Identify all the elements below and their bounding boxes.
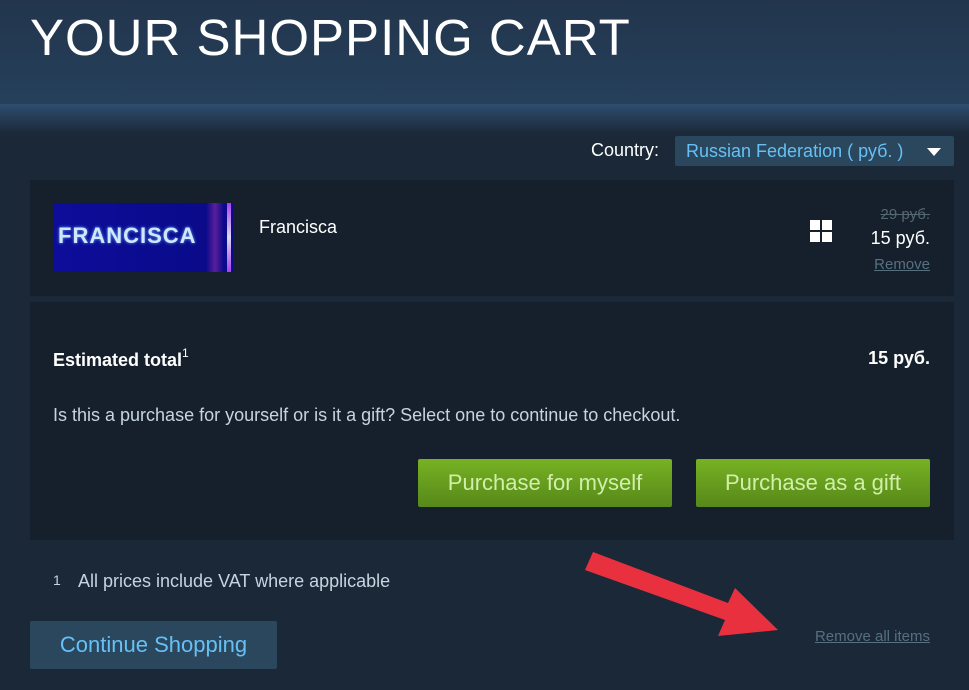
remove-all-items-link[interactable]: Remove all items bbox=[815, 628, 930, 645]
windows-icon bbox=[810, 220, 832, 242]
remove-item-link[interactable]: Remove bbox=[874, 256, 930, 273]
capsule-logo-text: FRANCISCA bbox=[58, 223, 197, 248]
continue-shopping-button[interactable]: Continue Shopping bbox=[30, 621, 277, 669]
country-select[interactable]: Russian Federation ( руб. ) bbox=[675, 136, 954, 166]
checkout-panel: Estimated total1 15 руб. Is this a purch… bbox=[30, 302, 954, 540]
estimated-total-text: Estimated total bbox=[53, 350, 183, 370]
estimated-total-label: Estimated total1 bbox=[53, 346, 189, 371]
final-price: 15 руб. bbox=[870, 228, 930, 248]
country-label: Country: bbox=[591, 140, 660, 160]
footnote-marker: 1 bbox=[182, 346, 189, 360]
purchase-for-myself-button[interactable]: Purchase for myself bbox=[418, 459, 672, 507]
game-capsule-image[interactable]: FRANCISCA bbox=[53, 203, 233, 272]
item-name[interactable]: Francisca bbox=[259, 217, 337, 238]
estimated-total-value: 15 руб. bbox=[868, 348, 930, 368]
gift-question: Is this a purchase for yourself or is it… bbox=[53, 405, 681, 425]
country-selected-value: Russian Federation ( руб. ) bbox=[686, 141, 904, 161]
vat-footnote-number: 1 bbox=[53, 572, 61, 588]
chevron-down-icon bbox=[927, 148, 941, 156]
cart-item: FRANCISCA Francisca 29 руб. 15 руб. Remo… bbox=[30, 180, 954, 296]
original-price: 29 руб. bbox=[880, 206, 930, 223]
header-divider bbox=[0, 104, 969, 134]
purchase-as-gift-button[interactable]: Purchase as a gift bbox=[696, 459, 930, 507]
vat-note: All prices include VAT where applicable bbox=[78, 571, 391, 591]
page-title: YOUR SHOPPING CART bbox=[30, 9, 631, 66]
annotation-arrow-icon bbox=[585, 552, 778, 636]
